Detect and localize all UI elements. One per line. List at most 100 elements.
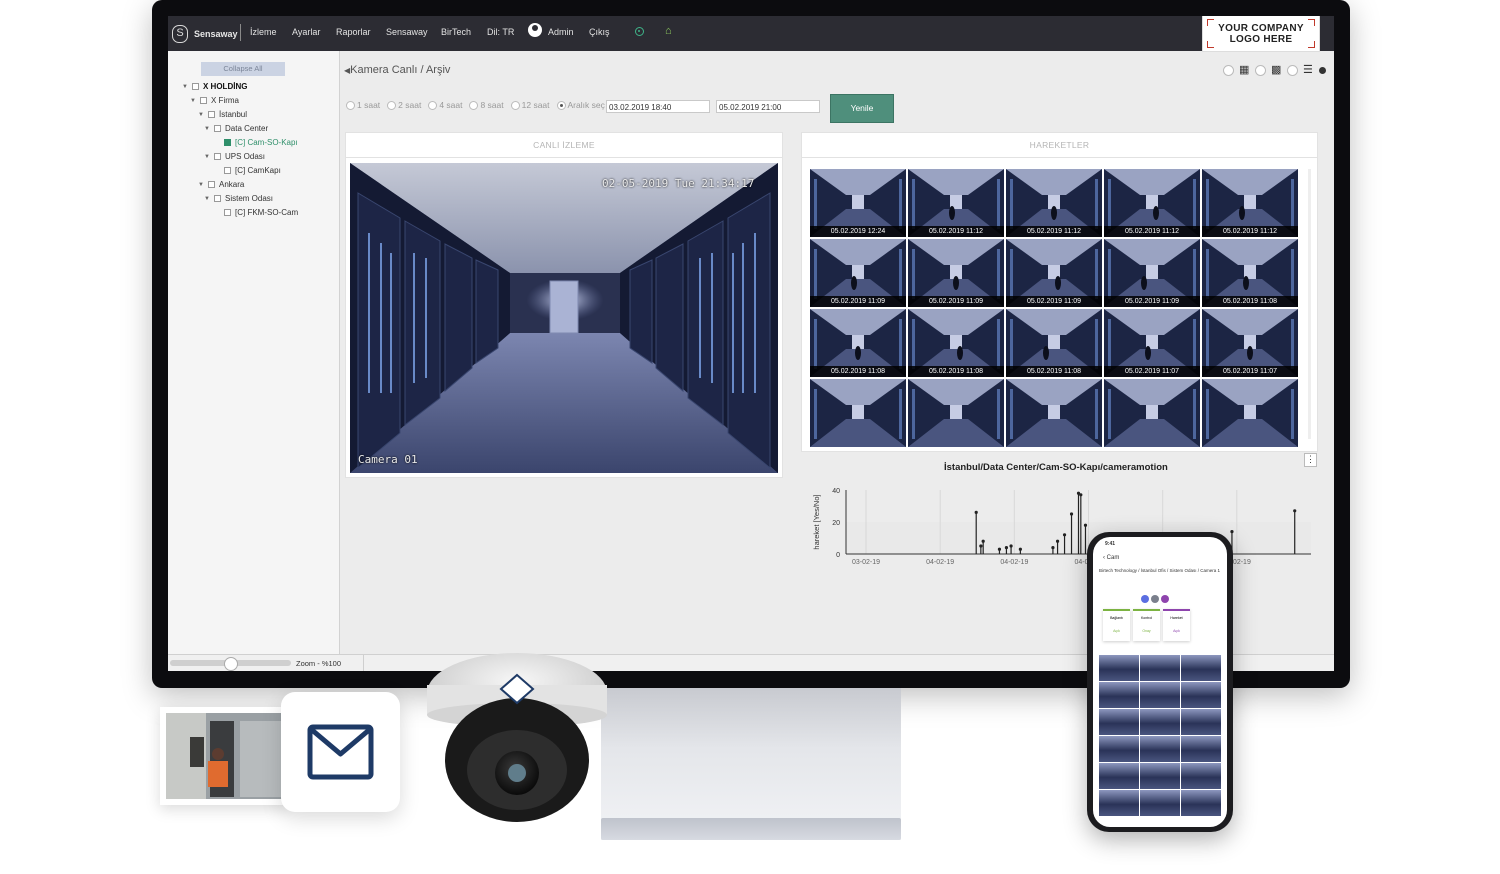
phone-back-label[interactable]: ‹ Cam <box>1103 555 1119 561</box>
phone-thumbnail[interactable] <box>1181 763 1221 789</box>
tree-node-fkm-so-cam[interactable]: [C] FKM-SO-Cam <box>214 208 298 217</box>
motion-thumbnail[interactable] <box>810 379 906 447</box>
motion-thumbnail[interactable]: 05.02.2019 11:12 <box>1006 169 1102 237</box>
nav-ayarlar[interactable]: Ayarlar <box>292 27 320 37</box>
phone-thumbnail[interactable] <box>1140 655 1180 681</box>
chevron-down-icon[interactable]: ▼ <box>204 154 210 160</box>
user-avatar-icon[interactable] <box>528 23 542 37</box>
tree-checkbox[interactable] <box>200 97 207 104</box>
motion-thumbnail[interactable]: 05.02.2019 11:12 <box>1202 169 1298 237</box>
tree-checkbox[interactable] <box>224 209 231 216</box>
phone-thumbnail[interactable] <box>1181 709 1221 735</box>
tree-node-x-firma[interactable]: ▼ X Firma <box>190 96 239 105</box>
motion-scrollbar[interactable] <box>1308 169 1311 439</box>
tree-checkbox[interactable] <box>208 111 215 118</box>
refresh-button[interactable]: Yenile <box>830 94 894 123</box>
phone-thumbnail[interactable] <box>1140 682 1180 708</box>
phone-thumbnail[interactable] <box>1099 736 1139 762</box>
motion-thumbnail[interactable]: 05.02.2019 11:07 <box>1104 309 1200 377</box>
phone-thumbnail[interactable] <box>1140 736 1180 762</box>
chevron-down-icon[interactable]: ▼ <box>198 112 204 118</box>
tree-checkbox[interactable] <box>214 195 221 202</box>
date-from-input[interactable]: 03.02.2019 18:40 <box>606 100 710 113</box>
nav-raporlar[interactable]: Raporlar <box>336 27 371 37</box>
tree-checkbox-checked[interactable] <box>224 139 231 146</box>
motion-thumbnail[interactable]: 05.02.2019 11:12 <box>1104 169 1200 237</box>
motion-thumbnail[interactable]: 05.02.2019 11:09 <box>1104 239 1200 307</box>
chevron-down-icon[interactable]: ▼ <box>204 126 210 132</box>
phone-thumbnail[interactable] <box>1181 655 1221 681</box>
tree-node-istanbul[interactable]: ▼ İstanbul <box>198 110 247 119</box>
live-camera-feed[interactable]: 02-05-2019 Tue 21:34:17 Camera 01 <box>350 163 778 473</box>
nav-logout[interactable]: Çıkış <box>589 27 610 37</box>
motion-thumbnail[interactable]: 05.02.2019 11:08 <box>1202 239 1298 307</box>
nav-user[interactable]: Admin <box>548 27 574 37</box>
tree-node-sistem-odasi[interactable]: ▼ Sistem Odası <box>204 194 273 203</box>
range-option-4h[interactable]: 4 saat <box>428 100 462 110</box>
phone-thumbnail[interactable] <box>1099 790 1139 816</box>
tree-node-x-holding[interactable]: ▼ X HOLDİNG <box>182 82 247 91</box>
radio-icon[interactable] <box>428 100 438 110</box>
motion-thumbnail[interactable] <box>1202 379 1298 447</box>
motion-thumbnail[interactable]: 05.02.2019 11:08 <box>1006 309 1102 377</box>
phone-card[interactable]: Kontrol Onay <box>1133 609 1160 641</box>
tree-node-camkapi[interactable]: [C] CamKapı <box>214 166 281 175</box>
phone-thumbnail[interactable] <box>1140 790 1180 816</box>
collapse-all-button[interactable]: Collapse All <box>201 62 285 76</box>
radio-icon[interactable] <box>510 100 520 110</box>
tree-node-data-center[interactable]: ▼ Data Center <box>204 124 268 133</box>
tree-checkbox[interactable] <box>192 83 199 90</box>
phone-card[interactable]: Hareket Açık <box>1163 609 1190 641</box>
tree-checkbox[interactable] <box>224 167 231 174</box>
radio-selected-icon[interactable] <box>556 100 566 110</box>
radio-icon[interactable] <box>1287 65 1298 76</box>
motion-thumbnail[interactable] <box>1104 379 1200 447</box>
status-indicator-icon[interactable] <box>635 27 644 36</box>
tree-node-ups-odasi[interactable]: ▼ UPS Odası <box>204 152 265 161</box>
motion-thumbnail[interactable] <box>1006 379 1102 447</box>
date-to-input[interactable]: 05.02.2019 21:00 <box>716 100 820 113</box>
range-option-1h[interactable]: 1 saat <box>346 100 380 110</box>
home-icon[interactable]: ⌂ <box>665 25 672 37</box>
radio-icon[interactable] <box>346 100 355 110</box>
tree-node-cam-so-kapi[interactable]: [C] Cam-SO-Kapı <box>214 138 298 147</box>
phone-thumbnail[interactable] <box>1140 763 1180 789</box>
range-option-custom[interactable]: Aralık seç <box>556 100 605 110</box>
radio-icon[interactable] <box>469 100 479 110</box>
chevron-down-icon[interactable]: ▼ <box>182 84 188 90</box>
nav-language[interactable]: Dil: TR <box>487 27 514 37</box>
phone-thumbnail[interactable] <box>1099 682 1139 708</box>
grid-large-icon[interactable]: ▦ <box>1239 65 1250 76</box>
nav-birtech[interactable]: BirTech <box>441 27 471 37</box>
chevron-down-icon[interactable]: ▼ <box>198 182 204 188</box>
tree-node-ankara[interactable]: ▼ Ankara <box>198 180 244 189</box>
nav-izleme[interactable]: İzleme <box>250 27 277 37</box>
radio-icon[interactable] <box>1223 65 1234 76</box>
motion-thumbnail[interactable]: 05.02.2019 12:24 <box>810 169 906 237</box>
tree-checkbox[interactable] <box>214 125 221 132</box>
zoom-slider-handle[interactable] <box>224 657 238 671</box>
motion-thumbnail[interactable]: 05.02.2019 11:09 <box>908 239 1004 307</box>
radio-selected-icon[interactable] <box>1319 67 1326 74</box>
chart-menu-icon[interactable]: ⋮ <box>1304 453 1317 467</box>
phone-thumbnail[interactable] <box>1181 736 1221 762</box>
list-view-icon[interactable]: ☰ <box>1303 65 1314 76</box>
motion-thumbnail[interactable]: 05.02.2019 11:09 <box>1006 239 1102 307</box>
phone-thumbnail[interactable] <box>1099 763 1139 789</box>
motion-thumbnail[interactable]: 05.02.2019 11:08 <box>810 309 906 377</box>
phone-thumbnail[interactable] <box>1099 655 1139 681</box>
radio-icon[interactable] <box>387 100 397 110</box>
phone-thumbnail[interactable] <box>1181 682 1221 708</box>
phone-thumbnail[interactable] <box>1140 709 1180 735</box>
chevron-down-icon[interactable]: ▼ <box>190 98 196 104</box>
motion-thumbnail[interactable]: 05.02.2019 11:07 <box>1202 309 1298 377</box>
radio-icon[interactable] <box>1255 65 1266 76</box>
range-option-12h[interactable]: 12 saat <box>510 100 550 110</box>
tree-checkbox[interactable] <box>208 181 215 188</box>
range-option-8h[interactable]: 8 saat <box>469 100 504 110</box>
phone-card[interactable]: Bağlantı Açık <box>1103 609 1130 641</box>
tree-checkbox[interactable] <box>214 153 221 160</box>
motion-thumbnail[interactable]: 05.02.2019 11:08 <box>908 309 1004 377</box>
phone-thumbnail[interactable] <box>1099 709 1139 735</box>
phone-thumbnail[interactable] <box>1181 790 1221 816</box>
